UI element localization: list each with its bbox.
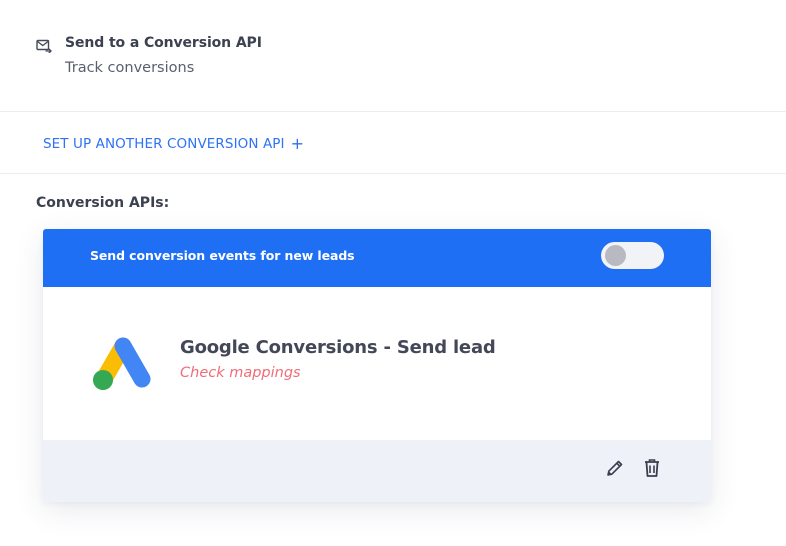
google-ads-logo [91,337,153,393]
card-header: Send conversion events for new leads [43,229,711,287]
plus-icon: + [290,134,305,153]
header-title: Send to a Conversion API [65,35,262,51]
toggle-knob [605,245,626,266]
check-mappings-link[interactable]: Check mappings [180,365,301,381]
conversion-api-card: Send conversion events for new leads Goo… [43,229,711,502]
header-subtitle: Track conversions [65,60,195,76]
edit-button[interactable] [603,458,627,482]
trash-icon [643,458,661,482]
integration-title: Google Conversions - Send lead [180,337,496,358]
setup-row: SET UP ANOTHER CONVERSION API + [0,113,786,174]
setup-another-conversion-api-link[interactable]: SET UP ANOTHER CONVERSION API + [43,134,304,153]
card-header-text: Send conversion events for new leads [90,248,355,263]
send-events-toggle[interactable] [601,242,664,269]
pencil-icon [605,458,625,482]
delete-button[interactable] [640,458,664,482]
card-footer [43,440,711,502]
mail-send-icon [36,38,52,54]
setup-link-label: SET UP ANOTHER CONVERSION API [43,136,285,152]
section-label: Conversion APIs: [36,195,170,211]
conversion-api-header: Send to a Conversion API Track conversio… [0,0,786,112]
card-body: Google Conversions - Send lead Check map… [43,287,711,440]
page: Send to a Conversion API Track conversio… [0,0,786,546]
